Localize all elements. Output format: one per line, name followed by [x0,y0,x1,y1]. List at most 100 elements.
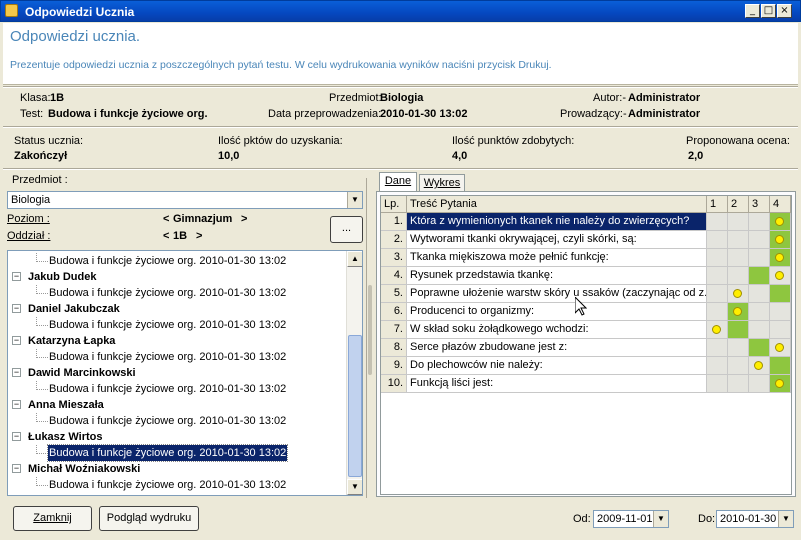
pkt-label: Ilość punktów zdobytych: [452,135,575,147]
chevron-down-icon[interactable]: ▼ [347,192,362,208]
przedmiot-info-label: Przedmiot: [329,92,382,104]
oddzial-next[interactable]: > [196,230,202,242]
grid-row[interactable]: 7. W skład soku żołądkowego wchodzi: [381,321,791,339]
answer-cell-2 [728,375,749,393]
row-number: 9. [381,357,407,375]
grid-row[interactable]: 9. Do plechowców nie należy: [381,357,791,375]
col-answer-4[interactable]: 4 [770,196,791,213]
col-text[interactable]: Treść Pytania [407,196,707,213]
collapse-icon[interactable]: − [12,368,21,377]
page-description: Prezentuje odpowiedzi ucznia z poszczegó… [10,59,552,71]
col-answer-3[interactable]: 3 [749,196,770,213]
student-name: Łukasz Wirtos [28,431,103,443]
od-date-value: 2009-11-01 [597,513,653,525]
col-lp[interactable]: Lp. [381,196,407,213]
przedmiot-select[interactable]: Biologia ▼ [7,191,363,209]
tree-connector [36,413,48,422]
answer-cell-3 [749,267,770,285]
mouse-cursor-icon [575,297,587,316]
answer-cell-1 [707,285,728,303]
chevron-down-icon[interactable]: ▼ [653,511,668,527]
test-entry: Budowa i funkcje życiowe org. 2010-01-30… [49,255,287,267]
grid-row[interactable]: 4. Rysunek przedstawia tkankę: [381,267,791,285]
tree-connector [36,381,48,390]
question-text: Funkcją liści jest: [407,375,707,393]
chevron-down-icon[interactable]: ▼ [778,511,793,527]
answer-cell-2 [728,321,749,339]
student-answer-marker [754,361,763,370]
row-number: 5. [381,285,407,303]
klasa-value: 1B [50,92,65,104]
student-answer-marker [712,325,721,334]
tab-dane[interactable]: Dane [379,172,417,192]
grid-row[interactable]: 3. Tkanka miękiszowa może pełnić funkcję: [381,249,791,267]
prowadzacy-value: Administrator [628,108,701,120]
collapse-icon[interactable]: − [12,400,21,409]
more-button[interactable]: ... [330,216,363,243]
row-number: 8. [381,339,407,357]
data-value: 2010-01-30 13:02 [380,108,468,120]
scroll-thumb[interactable] [348,335,362,477]
answer-cell-3 [749,303,770,321]
klasa-label: Klasa: [20,92,51,104]
tree-connector [36,285,48,294]
oddzial-label: Oddział : [7,230,51,242]
answer-cell-4 [770,357,791,375]
answers-grid[interactable]: Lp. Treść Pytania 1 2 3 4 1. Która z wymi… [380,195,792,495]
print-preview-button[interactable]: Podgląd wydruku [99,506,199,531]
test-value: Budowa i funkcje życiowe org. [48,108,208,120]
do-date-picker[interactable]: 2010-01-30 ▼ [716,510,794,528]
test-entry: Budowa i funkcje życiowe org. 2010-01-30… [49,383,287,395]
question-text: Tkanka miękiszowa może pełnić funkcję: [407,249,707,267]
answer-cell-1 [707,231,728,249]
student-answer-marker [775,271,784,280]
student-answer-marker [775,235,784,244]
answer-cell-4 [770,231,791,249]
student-tree[interactable]: Budowa i funkcje życiowe org. 2010-01-30… [7,250,363,496]
answer-cell-1 [707,357,728,375]
col-answer-2[interactable]: 2 [728,196,749,213]
grid-row[interactable]: 10. Funkcją liści jest: [381,375,791,393]
do-date-value: 2010-01-30 [720,513,777,525]
przedmiot-select-value: Biologia [11,194,51,206]
poziom-next[interactable]: > [241,213,247,225]
answer-cell-2 [728,267,749,285]
answer-cell-3 [749,321,770,339]
splitter-handle[interactable] [368,285,372,375]
collapse-icon[interactable]: − [12,432,21,441]
question-text: Wytworami tkanki okrywającej, czyli skór… [407,231,707,249]
scroll-down-button[interactable]: ▼ [347,479,362,495]
collapse-icon[interactable]: − [12,464,21,473]
answer-cell-3 [749,339,770,357]
question-text: Producenci to organizmy: [407,303,707,321]
col-answer-1[interactable]: 1 [707,196,728,213]
grid-row[interactable]: 1. Która z wymienionych tkanek nie należy… [381,213,791,231]
close-button[interactable]: Zamknij [13,506,92,531]
tree-scrollbar[interactable]: ▲ ▼ [346,251,362,495]
scroll-up-button[interactable]: ▲ [347,251,362,267]
minimize-button[interactable]: _ [745,4,760,18]
tree-connector [36,253,48,262]
answer-cell-1 [707,249,728,267]
autor-label: Autor:- [593,92,627,104]
collapse-icon[interactable]: − [12,272,21,281]
grid-row[interactable]: 2. Wytworami tkanki okrywającej, czyli sk… [381,231,791,249]
close-window-button[interactable]: × [777,4,792,18]
row-number: 7. [381,321,407,339]
maximize-button[interactable]: □ [761,4,776,18]
oddzial-prev[interactable]: < [163,230,169,242]
answer-cell-2 [728,357,749,375]
answer-cell-1 [707,375,728,393]
od-date-picker[interactable]: 2009-11-01 ▼ [593,510,669,528]
poziom-prev[interactable]: < [163,213,169,225]
answer-cell-2 [728,303,749,321]
grid-row[interactable]: 8. Serce płazów zbudowane jest z: [381,339,791,357]
student-name: Michał Woźniakowski [28,463,141,475]
collapse-icon[interactable]: − [12,336,21,345]
collapse-icon[interactable]: − [12,304,21,313]
answer-cell-4 [770,303,791,321]
do-label: Do: [698,513,716,525]
pkt-max-value: 10,0 [218,150,240,162]
answer-cell-3 [749,249,770,267]
student-name: Katarzyna Łapka [28,335,116,347]
